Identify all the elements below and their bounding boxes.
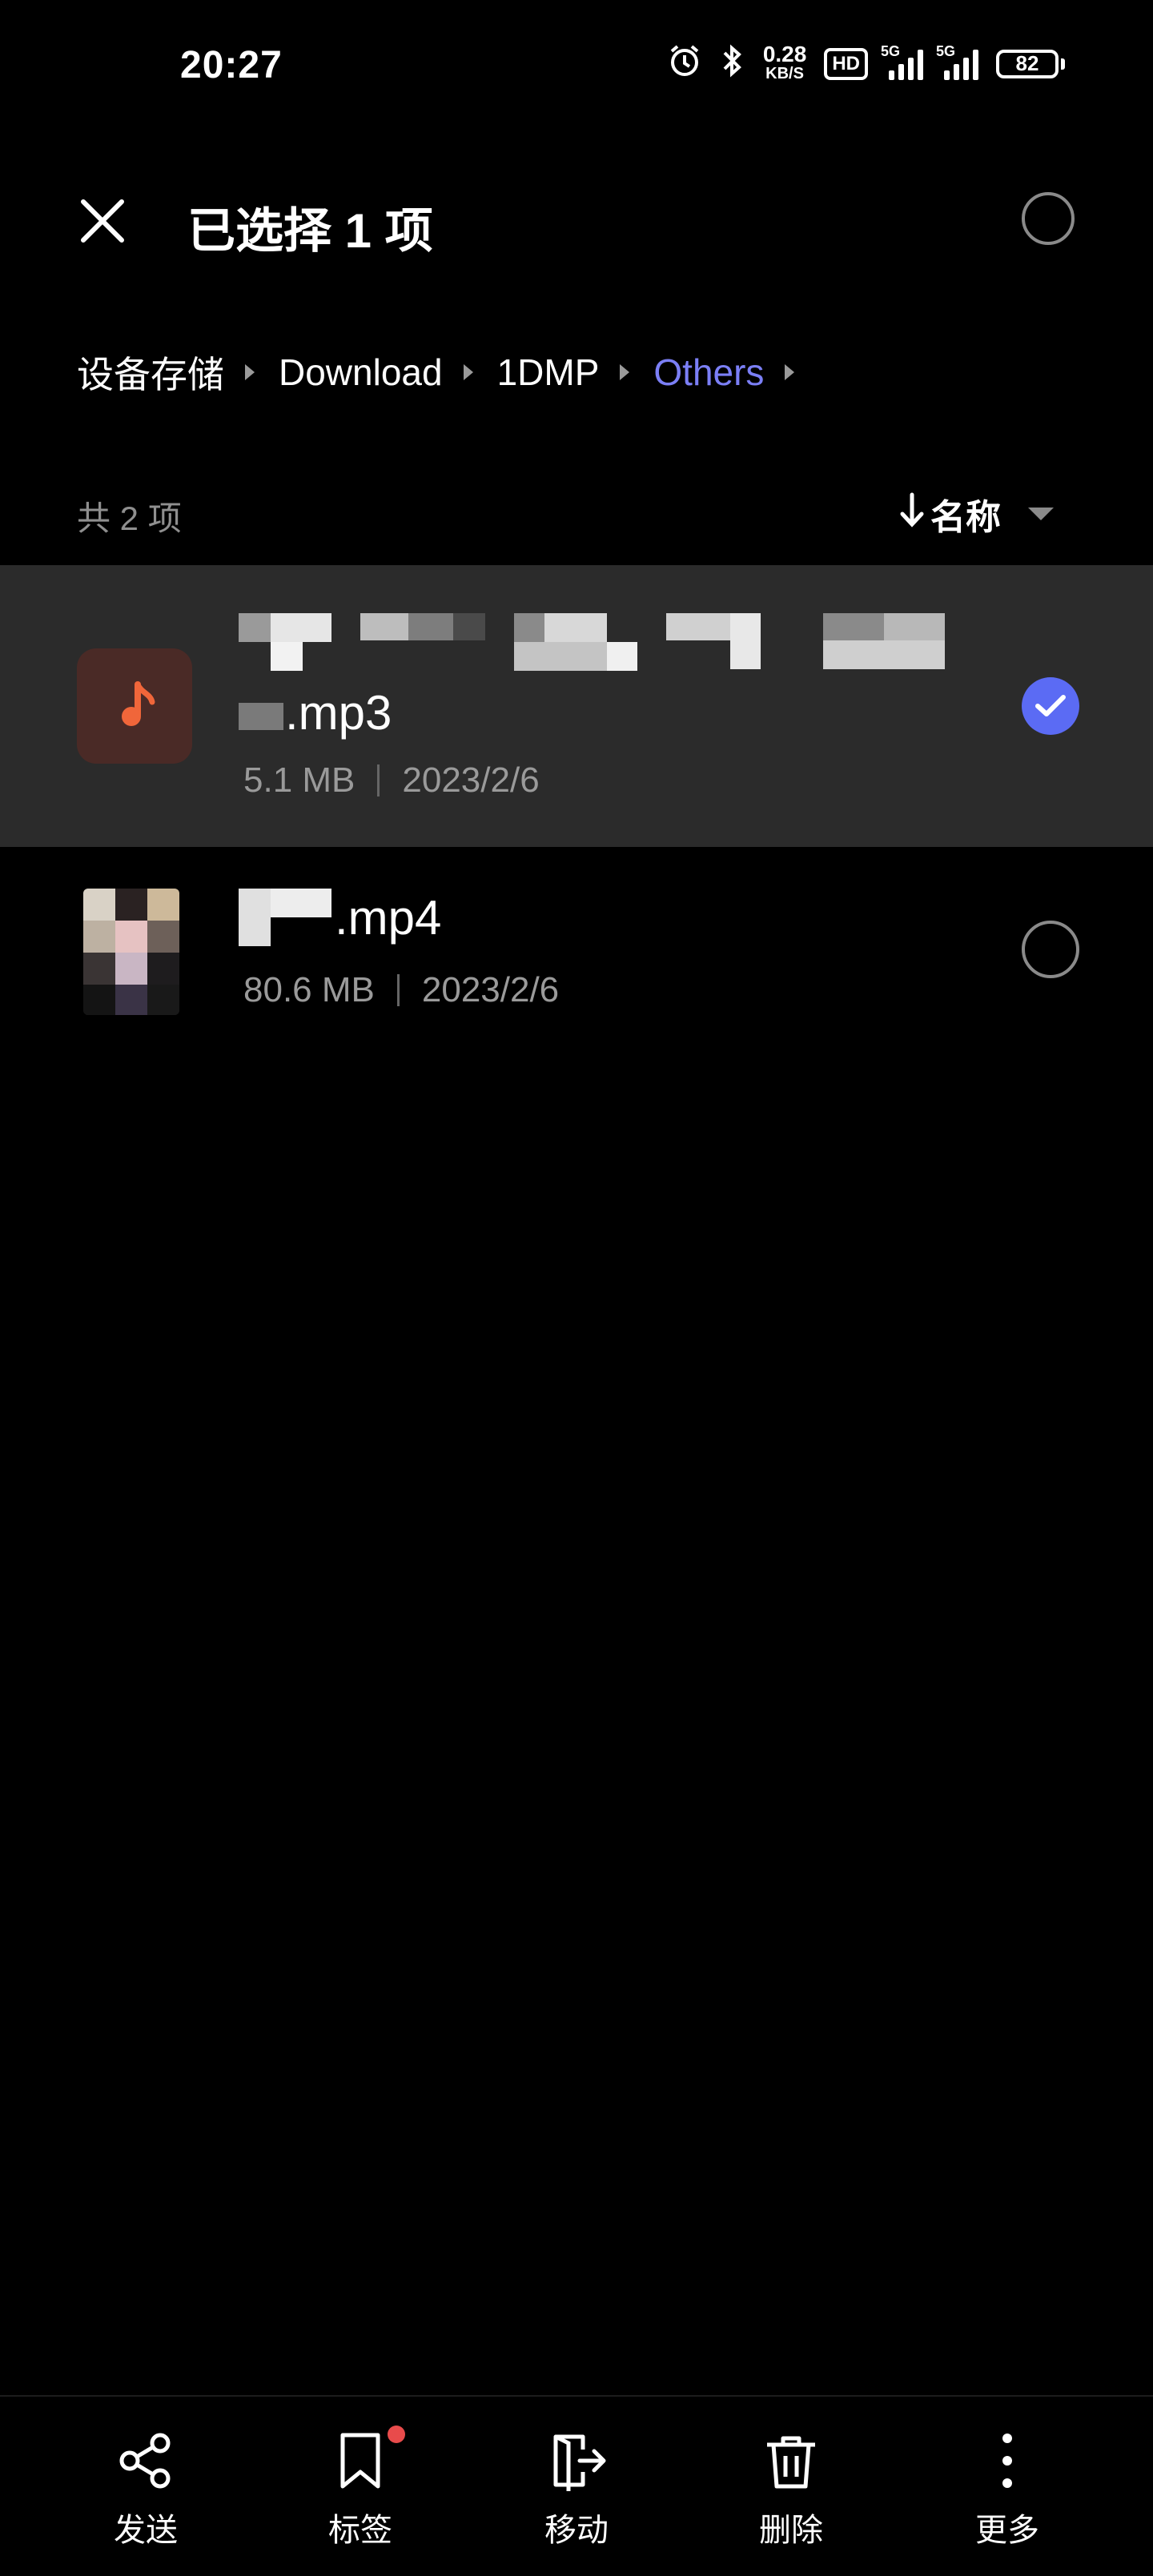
more-vertical-icon [1002,2434,1012,2488]
tag-button[interactable]: 标签 [280,2426,440,2550]
share-icon [119,2433,171,2489]
bluetooth-icon [720,43,745,84]
sort-arrow-down-icon [898,492,926,537]
file-date: 2023/2/6 [402,760,540,800]
share-button[interactable]: 发送 [66,2429,226,2550]
move-icon [553,2434,606,2491]
file-meta: 5.1 MB 2023/2/6 [243,760,540,800]
chevron-right-icon [620,364,630,380]
file-name: .mp4 [335,891,442,945]
item-checkbox[interactable] [1022,921,1079,978]
signal-icon-sim1: 5G [881,43,923,80]
item-checkbox-checked[interactable] [1022,677,1079,735]
chevron-right-icon [785,364,795,380]
file-size: 80.6 MB [243,970,375,1009]
file-row[interactable]: .mp3 5.1 MB 2023/2/6 [0,565,1153,847]
more-button[interactable]: 更多 [927,2429,1087,2550]
file-name: .mp3 [285,686,392,740]
hd-voice-icon: HD [824,47,868,80]
checkmark-icon [1035,695,1066,716]
bookmark-icon [340,2433,380,2489]
page-title: 已选择 1 项 [187,204,433,258]
dropdown-caret-icon [1028,508,1054,520]
chevron-right-icon [463,364,473,380]
sort-label: 名称 [930,498,1001,537]
sort-button[interactable]: 名称 [898,488,1054,540]
delete-button[interactable]: 删除 [711,2429,871,2550]
status-icons: 0.28 KB/S HD 5G 5G 82 [667,41,1065,84]
chevron-right-icon [245,364,255,380]
breadcrumb-item-1dmp[interactable]: 1DMP [497,351,600,394]
breadcrumb-item-storage[interactable]: 设备存储 [77,346,224,399]
select-all-checkbox[interactable] [1022,192,1075,245]
file-meta: 80.6 MB 2023/2/6 [243,970,559,1010]
file-date: 2023/2/6 [421,970,560,1009]
bottom-toolbar: 发送 标签 移动 删除 更多 [0,2395,1153,2576]
audio-file-icon [77,648,192,764]
close-button[interactable] [70,189,135,253]
close-icon [81,199,124,243]
item-count: 共 2 项 [77,500,182,537]
video-thumbnail [83,889,179,1015]
battery-icon: 82 [996,49,1065,78]
status-time: 20:27 [180,44,283,86]
notification-dot [388,2426,405,2443]
breadcrumb: 设备存储 Download 1DMP Others [77,346,818,399]
breadcrumb-item-download[interactable]: Download [279,351,443,394]
trash-icon [767,2436,815,2489]
alarm-icon [667,43,702,84]
breadcrumb-item-others[interactable]: Others [653,351,764,394]
file-size: 5.1 MB [243,760,356,800]
signal-icon-sim2: 5G [936,43,978,80]
network-speed: 0.28 KB/S [762,41,807,82]
move-button[interactable]: 移动 [496,2429,657,2550]
file-row[interactable]: .mp4 80.6 MB 2023/2/6 [0,847,1153,1055]
